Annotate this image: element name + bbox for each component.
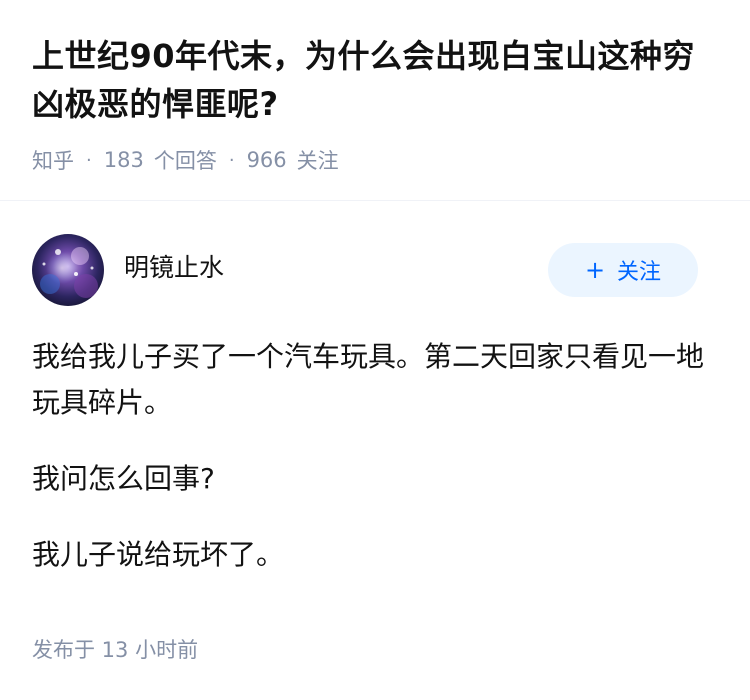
avatar[interactable] xyxy=(32,234,104,306)
plus-icon: + xyxy=(584,256,606,284)
question-meta: 知乎 · 183 个回答 · 966 关注 xyxy=(32,144,339,176)
answer-paragraph: 我给我儿子买了一个汽车玩具。第二天回家只看见一地玩具碎片。 xyxy=(32,340,705,419)
follow-button[interactable]: + 关注 xyxy=(548,243,698,297)
follow-button-label: 关注 xyxy=(617,260,662,285)
follower-count: 966 xyxy=(246,148,287,172)
avatar-image xyxy=(32,234,104,306)
follower-count-label: 关注 xyxy=(296,149,339,173)
answer-count: 183 xyxy=(103,148,144,172)
source-label[interactable]: 知乎 xyxy=(32,145,74,175)
answer-page: 上世纪90年代末，为什么会出现白宝山这种穷凶极恶的悍匪呢? 知乎 · 183 个… xyxy=(0,0,750,700)
publish-time: 发布于 13 小时前 xyxy=(32,638,199,662)
section-divider xyxy=(0,200,750,201)
answer-content: 我给我儿子买了一个汽车玩具。第二天回家只看见一地玩具碎片。 我问怎么回事? 我儿… xyxy=(32,334,712,608)
question-title[interactable]: 上世纪90年代末，为什么会出现白宝山这种穷凶极恶的悍匪呢? xyxy=(32,32,722,128)
answer-count-label: 个回答 xyxy=(153,149,217,173)
answer-paragraph: 我问怎么回事? xyxy=(32,462,215,495)
meta-separator: · xyxy=(228,149,235,171)
answer-paragraph: 我儿子说给玩坏了。 xyxy=(32,538,285,571)
meta-separator: · xyxy=(86,149,92,171)
author-name[interactable]: 明镜止水 xyxy=(124,250,224,286)
